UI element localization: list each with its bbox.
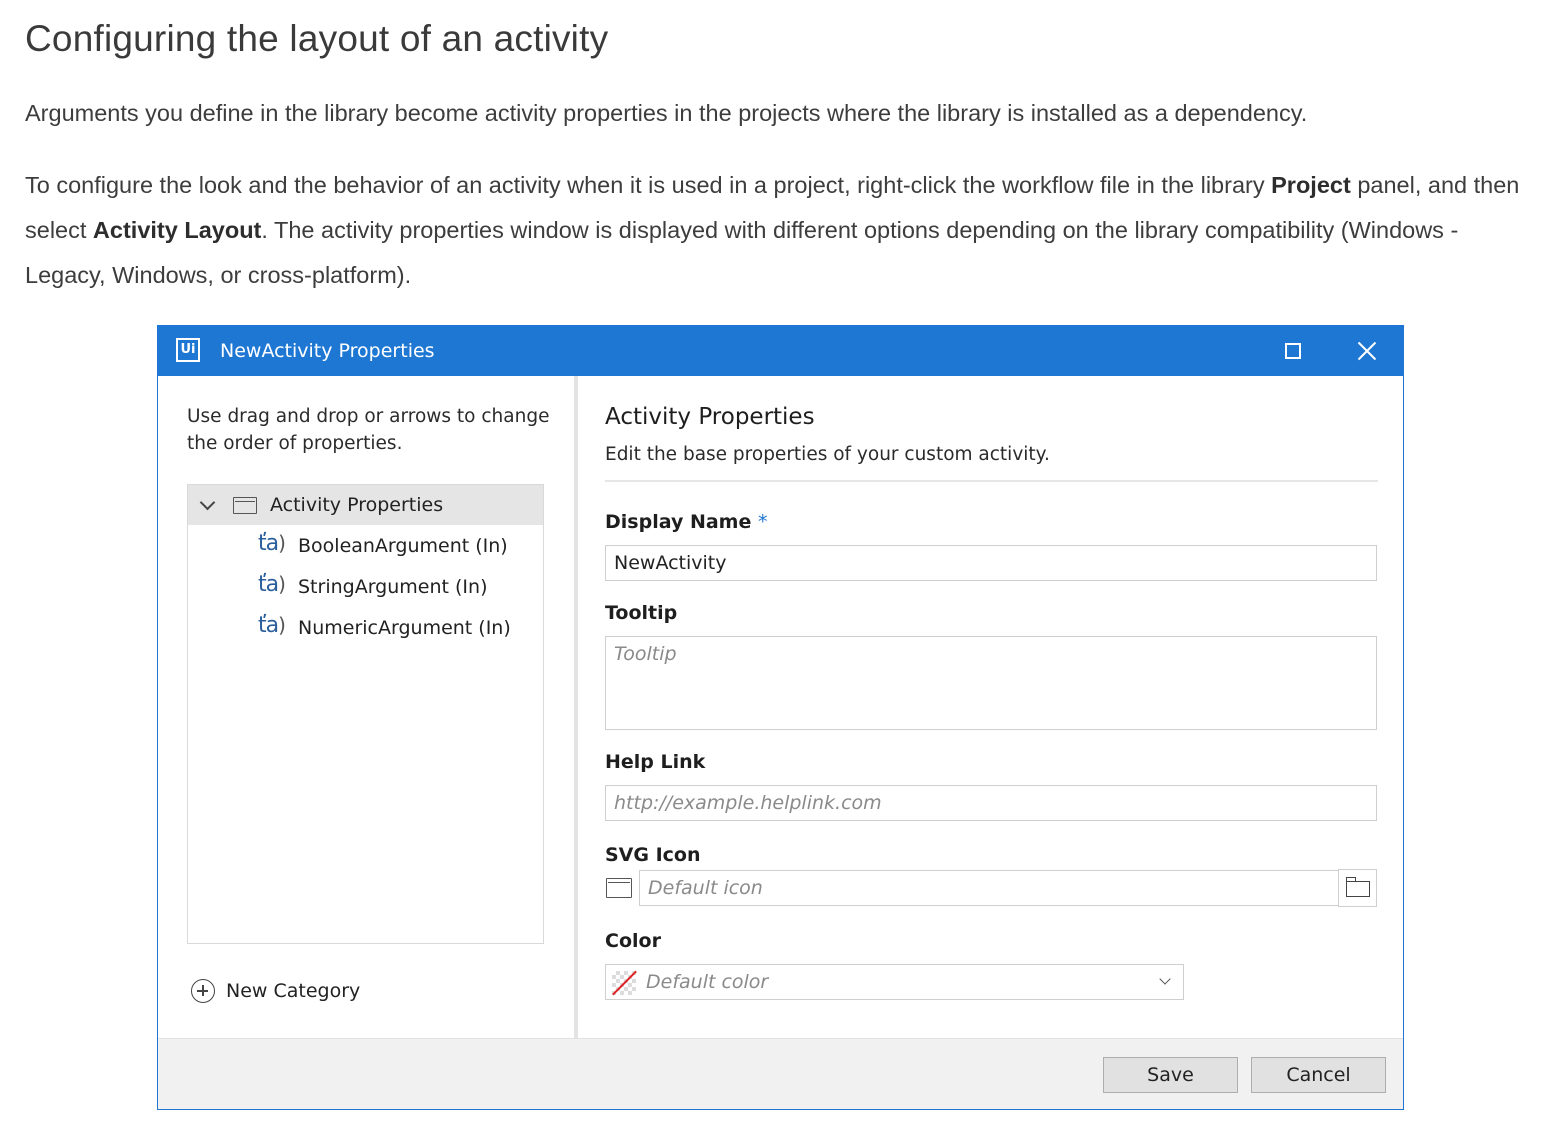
window-title: NewActivity Properties	[220, 340, 435, 362]
dialog-titlebar[interactable]: Ui NewActivity Properties	[158, 326, 1403, 376]
section-divider	[605, 480, 1378, 482]
base-properties-pane: Activity Properties Edit the base proper…	[578, 376, 1403, 1038]
display-name-label: Display Name *	[605, 511, 768, 533]
tooltip-label: Tooltip	[605, 602, 678, 624]
folder-icon	[1345, 877, 1370, 897]
intro-paragraph: Arguments you define in the library beco…	[25, 100, 1308, 126]
no-color-swatch-icon	[612, 971, 636, 995]
tree-item-label: NumericArgument (In)	[298, 617, 511, 639]
svg-icon-placeholder: Default icon	[648, 877, 763, 899]
maximize-button[interactable]	[1279, 336, 1309, 366]
argument-icon: ťa)	[258, 613, 286, 638]
property-order-pane: Use drag and drop or arrows to change th…	[158, 376, 574, 1038]
tree-item-label: StringArgument (In)	[298, 576, 488, 598]
svg-icon-input[interactable]: Default icon	[639, 870, 1339, 906]
activity-properties-dialog: Ui NewActivity Properties Use drag and d…	[157, 325, 1404, 1110]
tree-item-string-argument[interactable]: ťa) StringArgument (In)	[188, 567, 543, 607]
required-marker: *	[757, 511, 768, 533]
section-heading: Activity Properties	[605, 404, 815, 430]
svg-icon-preview-icon	[606, 878, 632, 898]
tree-root-label: Activity Properties	[270, 494, 444, 516]
chevron-down-icon[interactable]	[199, 494, 216, 511]
browse-svg-button[interactable]	[1338, 869, 1377, 907]
activity-layout-term: Activity Layout	[92, 217, 262, 243]
plus-circle-icon	[191, 979, 215, 1003]
activity-icon	[233, 497, 257, 514]
uipath-logo-icon: Ui	[176, 338, 200, 362]
argument-icon: ťa)	[258, 572, 286, 597]
display-name-input[interactable]: NewActivity	[605, 545, 1377, 581]
tree-item-boolean-argument[interactable]: ťa) BooleanArgument (In)	[188, 526, 543, 566]
tooltip-input[interactable]: Tooltip	[605, 636, 1377, 730]
tree-root-activity-properties[interactable]: Activity Properties	[188, 485, 543, 525]
svg-icon-label: SVG Icon	[605, 844, 701, 866]
color-select[interactable]: Default color	[605, 964, 1184, 1000]
dialog-footer: Save Cancel	[158, 1038, 1403, 1109]
properties-tree: Activity Properties ťa) BooleanArgument …	[187, 484, 544, 944]
chevron-down-icon	[1159, 973, 1171, 985]
help-link-placeholder: http://example.helplink.com	[614, 792, 882, 814]
help-link-input[interactable]: http://example.helplink.com	[605, 785, 1377, 821]
help-link-label: Help Link	[605, 751, 706, 773]
tree-item-label: BooleanArgument (In)	[298, 535, 508, 557]
project-panel-term: Project	[1271, 172, 1351, 198]
instructions-paragraph: To configure the look and the behavior o…	[25, 172, 1520, 288]
cancel-button[interactable]: Cancel	[1251, 1057, 1386, 1093]
close-button[interactable]	[1352, 336, 1382, 366]
new-category-label: New Category	[226, 980, 361, 1002]
tree-item-numeric-argument[interactable]: ťa) NumericArgument (In)	[188, 608, 543, 648]
save-button[interactable]: Save	[1103, 1057, 1238, 1093]
color-placeholder: Default color	[646, 971, 769, 993]
color-label: Color	[605, 930, 661, 952]
tooltip-placeholder: Tooltip	[614, 643, 677, 665]
reorder-hint: Use drag and drop or arrows to change th…	[187, 406, 550, 454]
section-subheading: Edit the base properties of your custom …	[605, 444, 1050, 465]
page-title: Configuring the layout of an activity	[25, 18, 609, 59]
argument-icon: ťa)	[258, 531, 286, 556]
